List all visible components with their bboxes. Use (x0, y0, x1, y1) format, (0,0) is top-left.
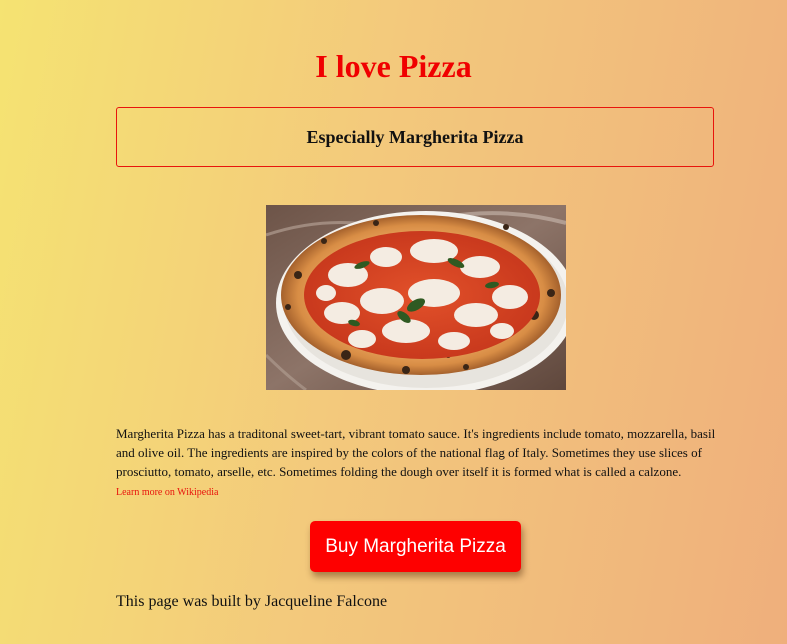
page-subtitle: Especially Margherita Pizza (306, 126, 524, 147)
footer-credit: This page was built by Jacqueline Falcon… (116, 593, 388, 610)
page: I love Pizza Especially Margherita Pizza (0, 0, 787, 644)
pizza-description: Margherita Pizza has a traditonal sweet-… (116, 426, 716, 479)
page-title: I love Pizza (315, 48, 472, 84)
wikipedia-link[interactable]: Learn more on Wikipedia (116, 486, 218, 500)
buy-pizza-button[interactable]: Buy Margherita Pizza (310, 521, 521, 572)
subtitle-box: Especially Margherita Pizza (116, 107, 714, 167)
pizza-image (266, 205, 566, 390)
